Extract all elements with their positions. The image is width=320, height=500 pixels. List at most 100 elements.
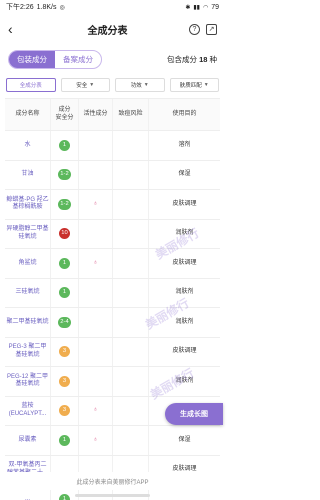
safety-score-badge: 1	[59, 257, 70, 269]
acne-risk-cell	[113, 426, 149, 455]
acne-risk-cell	[113, 190, 149, 219]
header-safety: 成分 安全分	[51, 99, 79, 130]
active-cell	[79, 278, 113, 307]
ingredient-name[interactable]: 异硬脂醇二甲基硅氧烷	[5, 219, 51, 248]
tabs-row: 包装成分 备案成分 包含成分 18 种	[0, 44, 225, 73]
tab-registered-ingredients[interactable]: 备案成分	[55, 51, 101, 68]
safety-score-cell: 1	[51, 278, 79, 307]
back-icon[interactable]: ‹	[8, 21, 26, 37]
safety-score-badge: 1	[59, 287, 70, 299]
purpose-cell: 皮肤调理	[172, 259, 197, 266]
ingredient-name[interactable]: 鲸蜡基-PG 羟乙基棕榈酰胺	[5, 190, 51, 219]
ingredient-name[interactable]: 三硅氧烷	[5, 278, 51, 307]
share-icon[interactable]: ↗	[206, 23, 217, 35]
acne-risk-cell	[113, 367, 149, 396]
acne-risk-cell	[113, 219, 149, 248]
help-icon[interactable]: ?	[189, 23, 200, 35]
active-cell: ♁	[79, 190, 113, 219]
filter-row: 全成分表 安全 ▼ 功效 ▼ 肤质匹配 ▼	[0, 73, 225, 98]
safety-score-badge: 1	[59, 434, 70, 446]
safety-score-badge: 3	[59, 346, 70, 358]
ingredient-name[interactable]: PEG-3 聚二甲基硅氧烷	[5, 337, 51, 366]
ingredient-name[interactable]: 聚二甲基硅氧烷	[5, 308, 51, 337]
active-ingredient-icon: ♁	[92, 406, 99, 414]
purpose-cell: 润肤剂	[175, 230, 194, 236]
battery-level-text: 79	[211, 3, 219, 11]
table-row[interactable]: 尿囊素 1 ♁ 保湿	[5, 426, 220, 456]
ingredient-name[interactable]: 甘油	[5, 160, 51, 189]
safety-score-badge: 1	[59, 493, 70, 500]
active-ingredient-icon: ♁	[92, 258, 99, 266]
active-cell	[79, 308, 113, 337]
acne-risk-cell	[113, 131, 149, 160]
filter-full-list[interactable]: 全成分表	[6, 78, 56, 92]
acne-risk-cell	[113, 278, 149, 307]
active-cell: ♁	[79, 426, 113, 455]
purpose-cell: 皮肤调理	[172, 348, 197, 354]
status-bar: 下午2:26 1.8K/s ◎ ✱ ▮▮ ◠ 79	[0, 0, 225, 14]
ingredient-name[interactable]: 蓝桉(EUCALYPT...	[5, 396, 51, 425]
ingredient-name[interactable]: 尿囊素	[5, 426, 51, 455]
table-body: 水 1 溶剂 甘油 1-2 保湿 鲸蜡基-PG 羟乙基棕榈酰胺 1-2 ♁ 皮肤调理 异硬脂醇二甲基…	[5, 131, 220, 500]
purpose-cell: 皮肤调理	[172, 200, 197, 207]
page-title: 全成分表	[87, 25, 128, 37]
acne-risk-cell	[113, 308, 149, 337]
safety-score-cell: 1	[51, 131, 79, 160]
table-row[interactable]: 鲸蜡基-PG 羟乙基棕榈酰胺 1-2 ♁ 皮肤调理	[5, 190, 220, 220]
filter-skin-match[interactable]: 肤质匹配 ▼	[169, 78, 219, 92]
safety-score-badge: 3	[59, 405, 70, 417]
table-row[interactable]: 角鲨烷 1 ♁ 皮肤调理	[5, 249, 220, 279]
footer-source-text: 此成分表来自美丽修行APP	[0, 472, 225, 490]
acne-risk-cell	[113, 160, 149, 189]
time-text: 下午2:26	[6, 4, 34, 11]
ingredient-count-value: 18	[199, 55, 208, 64]
safety-score-cell: 1-2	[51, 160, 79, 189]
table-row[interactable]: 水 1 溶剂	[5, 131, 220, 161]
ingredient-name[interactable]: 水	[5, 131, 51, 160]
app-bar: ‹ 全成分表 ? ↗	[0, 14, 225, 44]
table-row[interactable]: PEG-3 聚二甲基硅氧烷 3 皮肤调理	[5, 337, 220, 367]
safety-score-cell: 3	[51, 367, 79, 396]
header-name: 成分名称	[5, 99, 51, 130]
safety-score-cell: 1-2	[51, 190, 79, 219]
table-row[interactable]: 三硅氧烷 1 润肤剂	[5, 278, 220, 308]
purpose-cell: 润肤剂	[175, 377, 194, 384]
header-active: 活性成分	[79, 99, 113, 130]
filter-safety[interactable]: 安全 ▼	[60, 78, 110, 92]
chevron-down-icon: ▼	[203, 82, 209, 88]
safety-score-cell: 3	[51, 337, 79, 366]
purpose-cell: 保湿	[178, 436, 191, 443]
notification-icon: ◎	[59, 4, 65, 11]
ingredient-name[interactable]: PEG-12 聚二甲基硅氧烷	[5, 367, 51, 396]
ingredient-table: 成分名称 成分 安全分 活性成分 致痘风险 使用目的 水 1 溶剂 甘油 1-2 保湿 鲸蜡…	[5, 98, 220, 500]
ingredient-count: 包含成分 18 种	[166, 55, 217, 64]
table-row[interactable]: 异硬脂醇二甲基硅氧烷 10 润肤剂	[5, 219, 220, 249]
generate-long-image-button[interactable]: 生成长图	[165, 403, 223, 425]
table-row[interactable]: 聚二甲基硅氧烷 2-4 润肤剂	[5, 308, 220, 338]
active-cell: ♁	[79, 249, 113, 278]
header-purpose: 使用目的	[172, 110, 197, 117]
header-acne-risk: 致痘风险	[113, 99, 149, 130]
purpose-cell: 润肤剂	[175, 289, 194, 295]
active-cell	[79, 219, 113, 248]
filter-efficacy[interactable]: 功效 ▼	[115, 78, 165, 92]
network-speed-text: 1.8K/s	[36, 3, 57, 11]
home-indicator	[75, 494, 150, 497]
safety-score-cell: 1	[51, 249, 79, 278]
active-ingredient-icon: ♁	[92, 199, 99, 207]
safety-score-badge: 3	[59, 375, 70, 387]
active-cell	[79, 131, 113, 160]
table-row[interactable]: 甘油 1-2 保湿	[5, 160, 220, 190]
wifi-icon: ◠	[202, 4, 209, 11]
table-row[interactable]: PEG-12 聚二甲基硅氧烷 3 润肤剂	[5, 367, 220, 397]
safety-score-badge: 1-2	[58, 169, 71, 181]
safety-score-cell: 1	[51, 426, 79, 455]
tab-package-ingredients[interactable]: 包装成分	[9, 51, 55, 68]
safety-score-badge: 10	[59, 228, 70, 240]
safety-score-badge: 1-2	[58, 198, 71, 210]
safety-score-cell: 10	[51, 219, 79, 248]
ingredient-name[interactable]: 角鲨烷	[5, 249, 51, 278]
safety-score-badge: 1	[59, 139, 70, 151]
ingredient-tab-switcher: 包装成分 备案成分	[8, 50, 102, 69]
safety-score-badge: 2-4	[58, 316, 71, 328]
